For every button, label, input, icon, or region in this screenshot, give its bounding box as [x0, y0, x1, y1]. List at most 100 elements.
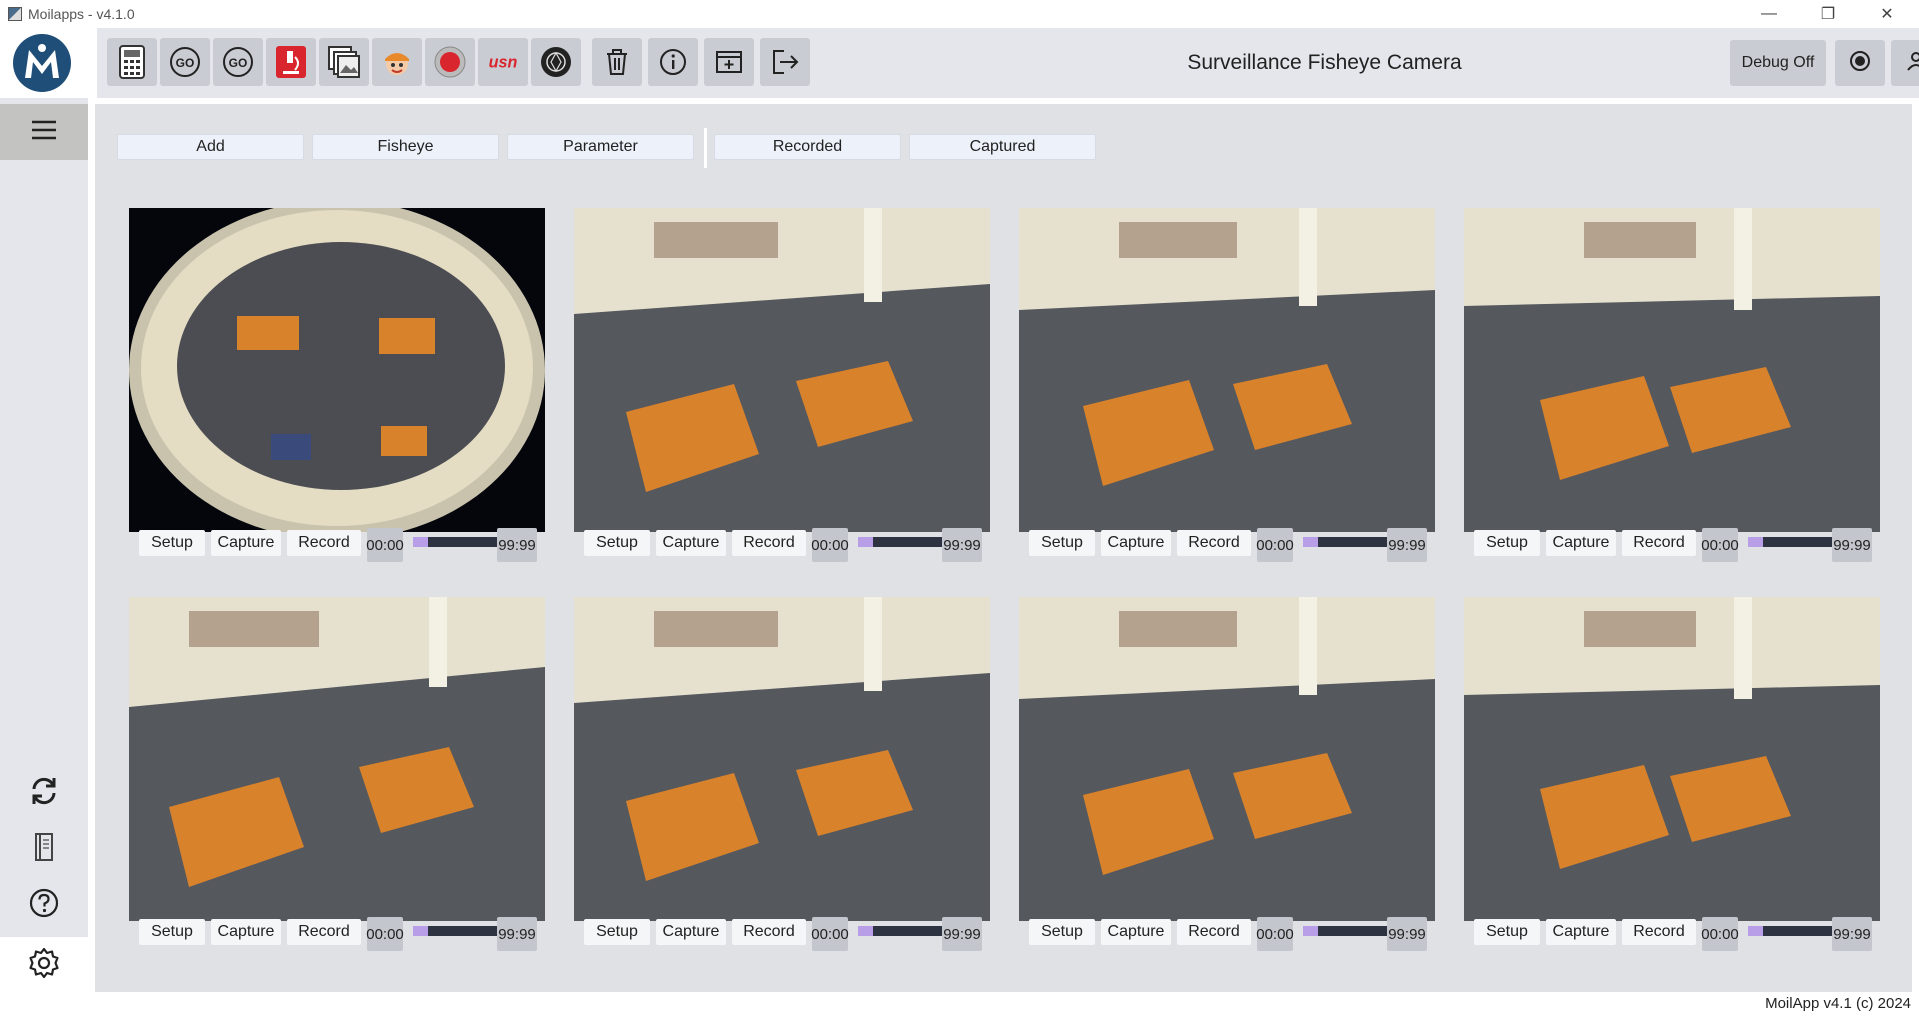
- tab-recorded[interactable]: Recorded: [714, 134, 901, 160]
- time-start: 00:00: [1701, 917, 1739, 951]
- time-end: 99:99: [1832, 917, 1872, 951]
- playback-progress[interactable]: [858, 926, 942, 936]
- debug-toggle-button[interactable]: Debug Off: [1730, 40, 1826, 86]
- go-button-2[interactable]: GO: [213, 38, 263, 86]
- camera-frame[interactable]: [574, 597, 990, 921]
- camera-view: Setup Capture Record 00:00 99:99: [574, 597, 990, 951]
- setup-button[interactable]: Setup: [584, 530, 650, 556]
- microscope-icon: [273, 44, 309, 80]
- record-dot-icon: [1848, 49, 1872, 78]
- capture-button[interactable]: Capture: [1546, 919, 1616, 945]
- calculator-icon: [114, 44, 150, 80]
- tab-captured[interactable]: Captured: [909, 134, 1096, 160]
- tab-parameter[interactable]: Parameter: [507, 134, 694, 160]
- playback-progress[interactable]: [858, 537, 942, 547]
- exit-icon: [767, 44, 803, 80]
- camera-controls: Setup Capture Record 00:00 99:99: [129, 915, 545, 951]
- menu-toggle-button[interactable]: [0, 104, 88, 160]
- gallery-button[interactable]: [319, 38, 369, 86]
- progress-fill: [413, 537, 429, 547]
- camera-view: Setup Capture Record 00:00 99:99: [1464, 597, 1880, 951]
- playback-progress[interactable]: [1748, 926, 1832, 936]
- info-button[interactable]: [648, 38, 698, 86]
- delete-button[interactable]: [592, 38, 642, 86]
- documentation-button[interactable]: [0, 824, 88, 874]
- record-button[interactable]: Record: [287, 530, 361, 556]
- camera-frame[interactable]: [1019, 208, 1435, 532]
- capture-button[interactable]: Capture: [211, 530, 281, 556]
- setup-button[interactable]: Setup: [1029, 919, 1095, 945]
- camera-controls: Setup Capture Record 00:00 99:99: [1464, 526, 1880, 562]
- calculator-button[interactable]: [107, 38, 157, 86]
- minimize-button[interactable]: —: [1741, 0, 1797, 28]
- setup-button[interactable]: Setup: [139, 530, 205, 556]
- tab-fisheye[interactable]: Fisheye: [312, 134, 499, 160]
- playback-progress[interactable]: [1748, 537, 1832, 547]
- setup-button[interactable]: Setup: [584, 919, 650, 945]
- close-button[interactable]: ✕: [1859, 0, 1915, 28]
- playback-progress[interactable]: [1303, 926, 1387, 936]
- exit-button[interactable]: [760, 38, 810, 86]
- usn-button[interactable]: usn: [478, 38, 528, 86]
- record-toggle-button[interactable]: [1835, 40, 1885, 86]
- capture-button[interactable]: Capture: [656, 919, 726, 945]
- aperture-button[interactable]: [531, 38, 581, 86]
- setup-button[interactable]: Setup: [139, 919, 205, 945]
- camera-controls: Setup Capture Record 00:00 99:99: [574, 526, 990, 562]
- camera-frame[interactable]: [574, 208, 990, 532]
- record-button[interactable]: Record: [1622, 530, 1696, 556]
- capture-button[interactable]: Capture: [1101, 919, 1171, 945]
- help-button[interactable]: [0, 880, 88, 930]
- camera-frame[interactable]: [1464, 597, 1880, 921]
- main-panel: Add Fisheye Parameter Recorded Captured …: [95, 104, 1912, 992]
- capture-button[interactable]: Capture: [211, 919, 281, 945]
- tab-add[interactable]: Add: [117, 134, 304, 160]
- time-start: 00:00: [811, 917, 849, 951]
- capture-button[interactable]: Capture: [1101, 530, 1171, 556]
- microscope-button[interactable]: [266, 38, 316, 86]
- avatar-button[interactable]: [372, 38, 422, 86]
- camera-frame[interactable]: [129, 597, 545, 921]
- settings-button[interactable]: [0, 937, 88, 993]
- setup-button[interactable]: Setup: [1474, 530, 1540, 556]
- capture-button[interactable]: Capture: [656, 530, 726, 556]
- new-window-button[interactable]: [704, 38, 754, 86]
- capture-button[interactable]: Capture: [1546, 530, 1616, 556]
- moil-logo: [13, 34, 71, 92]
- progress-fill: [413, 926, 429, 936]
- refresh-button[interactable]: [0, 768, 88, 818]
- camera-controls: Setup Capture Record 00:00 99:99: [574, 915, 990, 951]
- record-button[interactable]: Record: [732, 530, 806, 556]
- setup-button[interactable]: Setup: [1474, 919, 1540, 945]
- go-icon: GO: [167, 44, 203, 80]
- record-button[interactable]: Record: [732, 919, 806, 945]
- camera-frame[interactable]: [1464, 208, 1880, 532]
- record-button[interactable]: Record: [1177, 530, 1251, 556]
- playback-progress[interactable]: [413, 537, 497, 547]
- camera-controls: Setup Capture Record 00:00 99:99: [1464, 915, 1880, 951]
- record-button[interactable]: [425, 38, 475, 86]
- playback-progress[interactable]: [1303, 537, 1387, 547]
- setup-button[interactable]: Setup: [1029, 530, 1095, 556]
- playback-progress[interactable]: [413, 926, 497, 936]
- status-text: MoilApp v4.1 (c) 2024: [1765, 995, 1911, 1012]
- go-label: GO: [176, 56, 195, 70]
- camera-frame[interactable]: [129, 208, 545, 532]
- user-button[interactable]: [1891, 40, 1919, 86]
- new-window-icon: [711, 44, 747, 80]
- time-end: 99:99: [1387, 917, 1427, 951]
- time-start: 00:00: [366, 528, 404, 562]
- info-icon: [655, 44, 691, 80]
- record-button[interactable]: Record: [1177, 919, 1251, 945]
- restore-button[interactable]: ❐: [1800, 0, 1856, 28]
- go-button[interactable]: GO: [160, 38, 210, 86]
- record-button[interactable]: Record: [1622, 919, 1696, 945]
- book-icon: [31, 832, 57, 867]
- camera-controls: Setup Capture Record 00:00 99:99: [1019, 526, 1435, 562]
- camera-frame[interactable]: [1019, 597, 1435, 921]
- app-header: GO GO usn Surveillance Fisheye Camera De…: [0, 28, 1919, 98]
- camera-view: Setup Capture Record 00:00 99:99: [129, 208, 545, 562]
- progress-fill: [858, 537, 874, 547]
- record-button[interactable]: Record: [287, 919, 361, 945]
- go-label-2: GO: [229, 56, 248, 70]
